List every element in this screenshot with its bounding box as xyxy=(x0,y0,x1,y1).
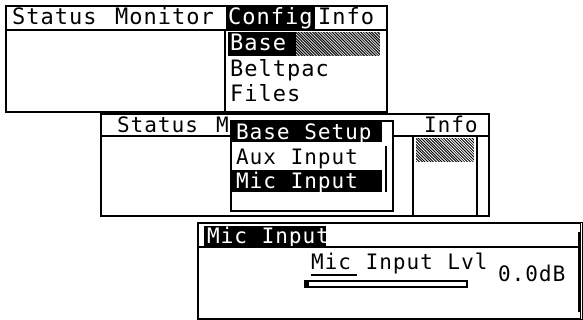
menu-monitor[interactable]: Monitor xyxy=(115,7,215,29)
menu-status-2[interactable]: Status xyxy=(117,115,199,136)
menu-config[interactable]: Config xyxy=(226,7,316,29)
config-column-highlight xyxy=(416,138,474,162)
label-underline xyxy=(311,274,357,276)
dropdown-scroll-shade xyxy=(296,32,380,56)
mic-input-level-label: Mic Input Lvl xyxy=(311,250,489,274)
menu-monitor-partial[interactable]: M xyxy=(216,115,230,136)
level-bar-fill xyxy=(306,282,310,286)
mic-input-level-bar[interactable] xyxy=(304,280,468,288)
dropdown-item-beltpac[interactable]: Beltpac xyxy=(230,59,330,81)
menu-status[interactable]: Status xyxy=(12,7,97,29)
submenu-item-mic-input[interactable]: Mic Input xyxy=(236,171,359,192)
submenu-scrollbar[interactable] xyxy=(385,146,387,192)
mic-input-title: Mic Input xyxy=(207,224,330,248)
menu-info[interactable]: Info xyxy=(318,7,375,29)
menu-info-2[interactable]: Info xyxy=(424,115,479,136)
dropdown-item-files[interactable]: Files xyxy=(230,84,301,106)
submenu-title: Base Setup xyxy=(236,120,373,144)
title-divider xyxy=(199,246,580,248)
screen3-scroll-edge xyxy=(578,232,580,312)
mic-input-value: 0.0dB xyxy=(498,262,567,286)
dropdown-item-base[interactable]: Base xyxy=(230,33,287,55)
submenu-item-aux-input[interactable]: Aux Input xyxy=(236,147,359,168)
